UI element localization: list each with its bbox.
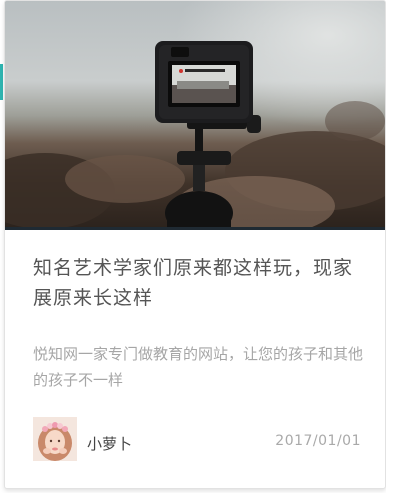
avatar-girl-icon: [33, 417, 77, 461]
article-description: 悦知网一家专门做教育的网站，让您的孩子和其他的孩子不一样: [33, 345, 364, 389]
article-card[interactable]: 知名艺术学家们原来都这样玩，现家展原来长这样 悦知网一家专门做教育的网站，让您的…: [4, 0, 386, 489]
hero-bottom-divider: [5, 227, 385, 230]
adjacent-card-edge: [0, 64, 3, 100]
page-gutter: [386, 0, 408, 493]
page: 知名艺术学家们原来都这样玩，现家展原来长这样 悦知网一家专门做教育的网站，让您的…: [0, 0, 408, 493]
author-avatar[interactable]: [33, 417, 77, 461]
publish-date: 2017/01/01: [275, 433, 361, 449]
author-name-link[interactable]: 小萝卜: [87, 433, 132, 454]
article-title[interactable]: 知名艺术学家们原来都这样玩，现家展原来长这样: [33, 253, 368, 313]
article-hero-image[interactable]: [5, 1, 385, 230]
camera-photo-icon: [5, 1, 385, 230]
